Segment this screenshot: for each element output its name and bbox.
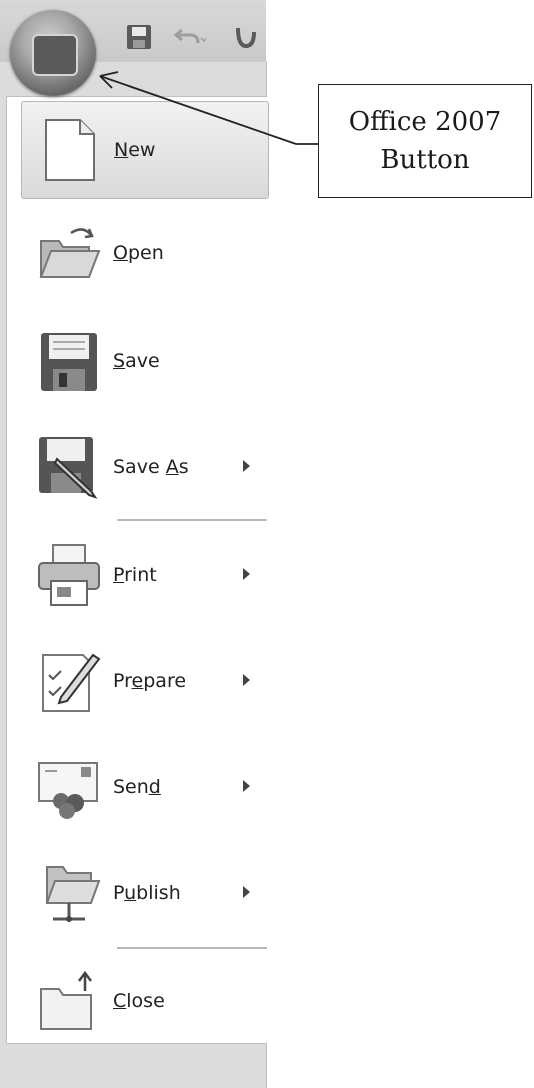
callout-arrow xyxy=(99,71,318,145)
